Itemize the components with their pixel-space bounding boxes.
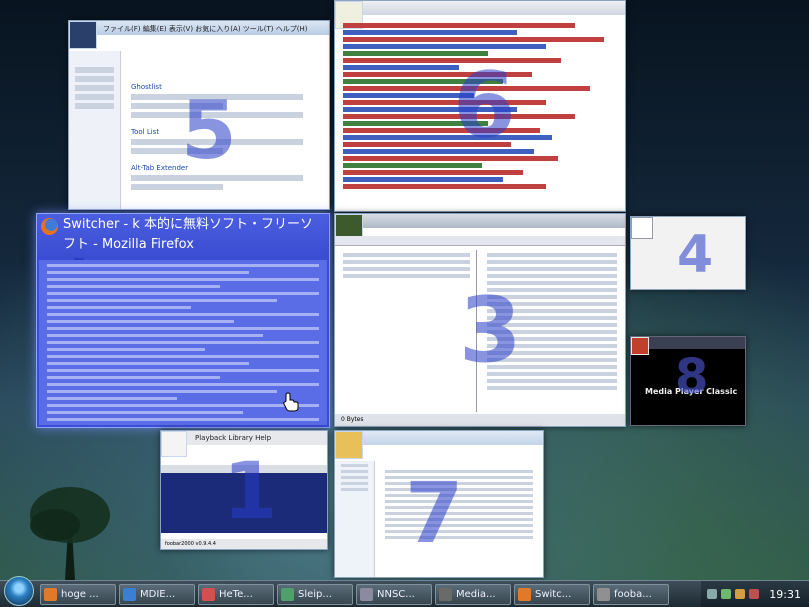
window-5-menu: ファイル(F) 編集(E) 表示(V) お気に入り(A) ツール(T) ヘルプ(… (103, 25, 308, 33)
window-5-icon (69, 21, 97, 49)
taskbar: hoge ... MDIE... HeTe... Sleip... NNSC... Med… (0, 576, 809, 607)
window-thumbnail-4[interactable]: 4 (630, 216, 746, 290)
taskbar-button[interactable]: fooba... (593, 583, 669, 605)
window-3-status-text: 0 Bytes (341, 416, 364, 423)
taskbar-app-icon (281, 587, 294, 601)
taskbar-button-label: fooba... (614, 588, 652, 600)
taskbar-button[interactable]: Switc... (514, 583, 590, 605)
window-7-titlebar (335, 431, 543, 445)
taskbar-app-icon (123, 587, 136, 601)
window-5-number: 5 (181, 84, 237, 177)
taskbar-app-icon (597, 587, 610, 601)
taskbar-button-label: Sleip... (298, 588, 332, 600)
window-3-statusbar: 0 Bytes (335, 414, 625, 426)
window-thumbnail-6[interactable]: 6 (334, 0, 626, 212)
window-thumbnail-8[interactable]: Media Player Classic 8 (630, 336, 746, 426)
taskbar-button-label: Media... (456, 588, 496, 600)
tray-icon-app[interactable] (749, 589, 760, 599)
task-list: hoge ... MDIE... HeTe... Sleip... NNSC... Med… (40, 583, 672, 605)
taskbar-app-icon (44, 587, 57, 601)
system-tray: 19:31 (701, 581, 809, 607)
window-5-titlebar: ファイル(F) 編集(E) 表示(V) お気に入り(A) ツール(T) ヘルプ(… (69, 21, 329, 35)
tree-wallpaper (30, 487, 110, 580)
window-2-caption: Switcher - k 本的に無料ソフト・フリーソフト - Mozilla F… (37, 214, 329, 258)
taskbar-button[interactable]: hoge ... (40, 583, 116, 605)
window-thumbnail-7[interactable]: 7 (334, 430, 544, 578)
taskbar-app-icon (518, 587, 531, 601)
window-8-icon (631, 337, 649, 355)
taskbar-button-label: MDIE... (140, 588, 176, 600)
window-3-titlebar (335, 214, 625, 228)
taskbar-app-icon (439, 587, 452, 601)
window-4-icon (631, 217, 653, 239)
tray-icon-volume[interactable] (721, 589, 732, 599)
window-3-left-pane (337, 250, 477, 412)
window-2-title: Switcher - k 本的に無料ソフト・フリーソフト - Mozilla F… (63, 217, 313, 252)
window-7-number: 7 (405, 464, 464, 562)
window-1-menu: Playback Library Help (195, 434, 272, 442)
window-7-nav-pane (335, 461, 375, 577)
taskbar-app-icon (360, 587, 373, 601)
window-3-number: 3 (459, 278, 522, 383)
mouse-cursor-icon (283, 392, 299, 412)
taskbar-app-icon (202, 587, 215, 601)
window-4-number: 4 (677, 225, 714, 285)
window-6-titlebar (335, 1, 625, 15)
taskbar-button[interactable]: Media... (435, 583, 511, 605)
window-5-sidebar (69, 51, 121, 209)
window-thumbnail-3[interactable]: 0 Bytes 3 (334, 213, 626, 427)
window-1-number: 1 (223, 447, 278, 537)
window-1-icon (161, 431, 187, 457)
window-thumbnail-2-selected[interactable]: Switcher - k 本的に無料ソフト・フリーソフト - Mozilla F… (36, 213, 330, 428)
firefox-icon (41, 218, 58, 235)
window-thumbnail-5[interactable]: ファイル(F) 編集(E) 表示(V) お気に入り(A) ツール(T) ヘルプ(… (68, 20, 330, 210)
window-3-toolbar (335, 236, 625, 246)
window-thumbnail-1[interactable]: Playback Library Help foobar2000 v0.9.4.… (160, 430, 328, 550)
window-1-statusbar: foobar2000 v0.9.4.4 (161, 539, 327, 549)
taskbar-button[interactable]: HeTe... (198, 583, 274, 605)
window-1-status-text: foobar2000 v0.9.4.4 (165, 541, 216, 547)
taskbar-button-label: HeTe... (219, 588, 253, 600)
tray-icon-network[interactable] (707, 589, 718, 599)
tray-icon-security[interactable] (735, 589, 746, 599)
taskbar-button[interactable]: MDIE... (119, 583, 195, 605)
taskbar-button[interactable]: Sleip... (277, 583, 353, 605)
taskbar-button[interactable]: NNSC... (356, 583, 432, 605)
window-6-number: 6 (453, 53, 516, 158)
taskbar-button-label: NNSC... (377, 588, 415, 600)
taskbar-button-label: Switc... (535, 588, 572, 600)
start-button[interactable] (4, 576, 34, 606)
window-8-number: 8 (675, 349, 709, 405)
clock[interactable]: 19:31 (769, 588, 801, 601)
window-7-icon (335, 431, 363, 459)
taskbar-button-label: hoge ... (61, 588, 99, 600)
